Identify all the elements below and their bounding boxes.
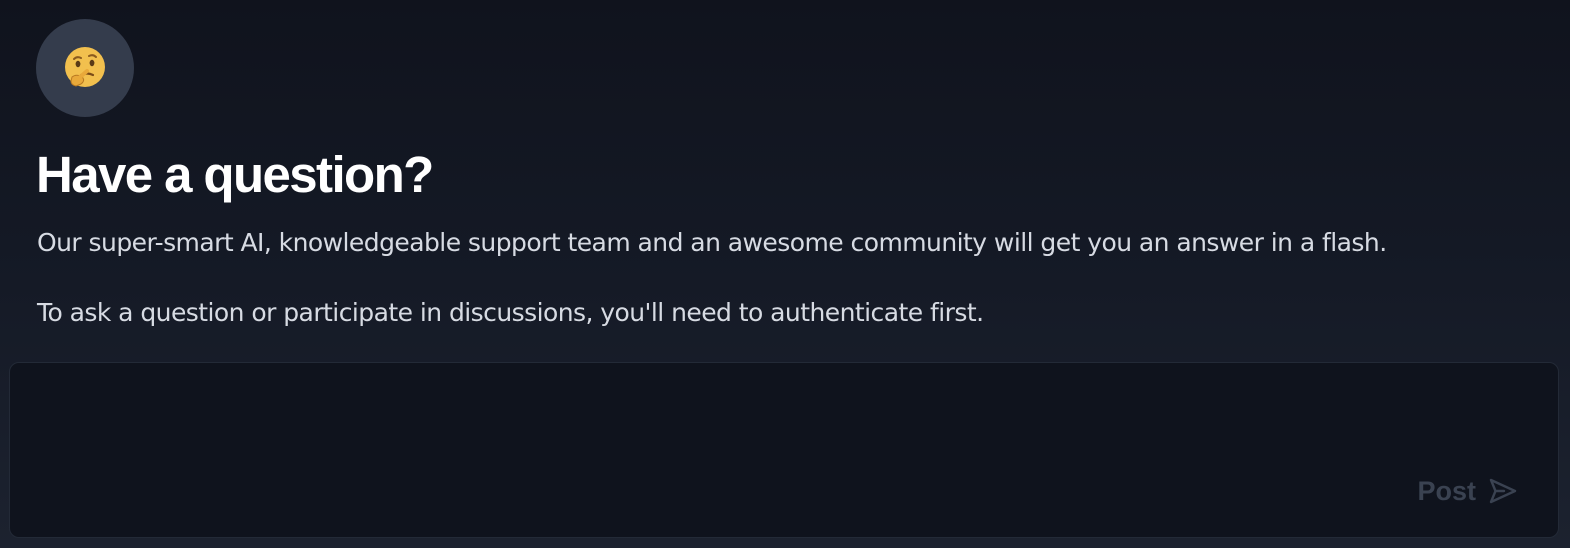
post-label: Post xyxy=(1417,475,1476,506)
page-title: Have a question? xyxy=(36,146,434,203)
avatar xyxy=(36,19,134,117)
intro-text: Our super-smart AI, knowledgeable suppor… xyxy=(37,228,1387,257)
thinking-face-icon xyxy=(61,44,109,92)
send-icon xyxy=(1488,477,1518,505)
post-button[interactable]: Post xyxy=(1417,471,1518,511)
auth-notice-text: To ask a question or participate in disc… xyxy=(37,298,984,327)
question-composer: Post xyxy=(9,362,1559,538)
question-input[interactable] xyxy=(34,383,1528,477)
